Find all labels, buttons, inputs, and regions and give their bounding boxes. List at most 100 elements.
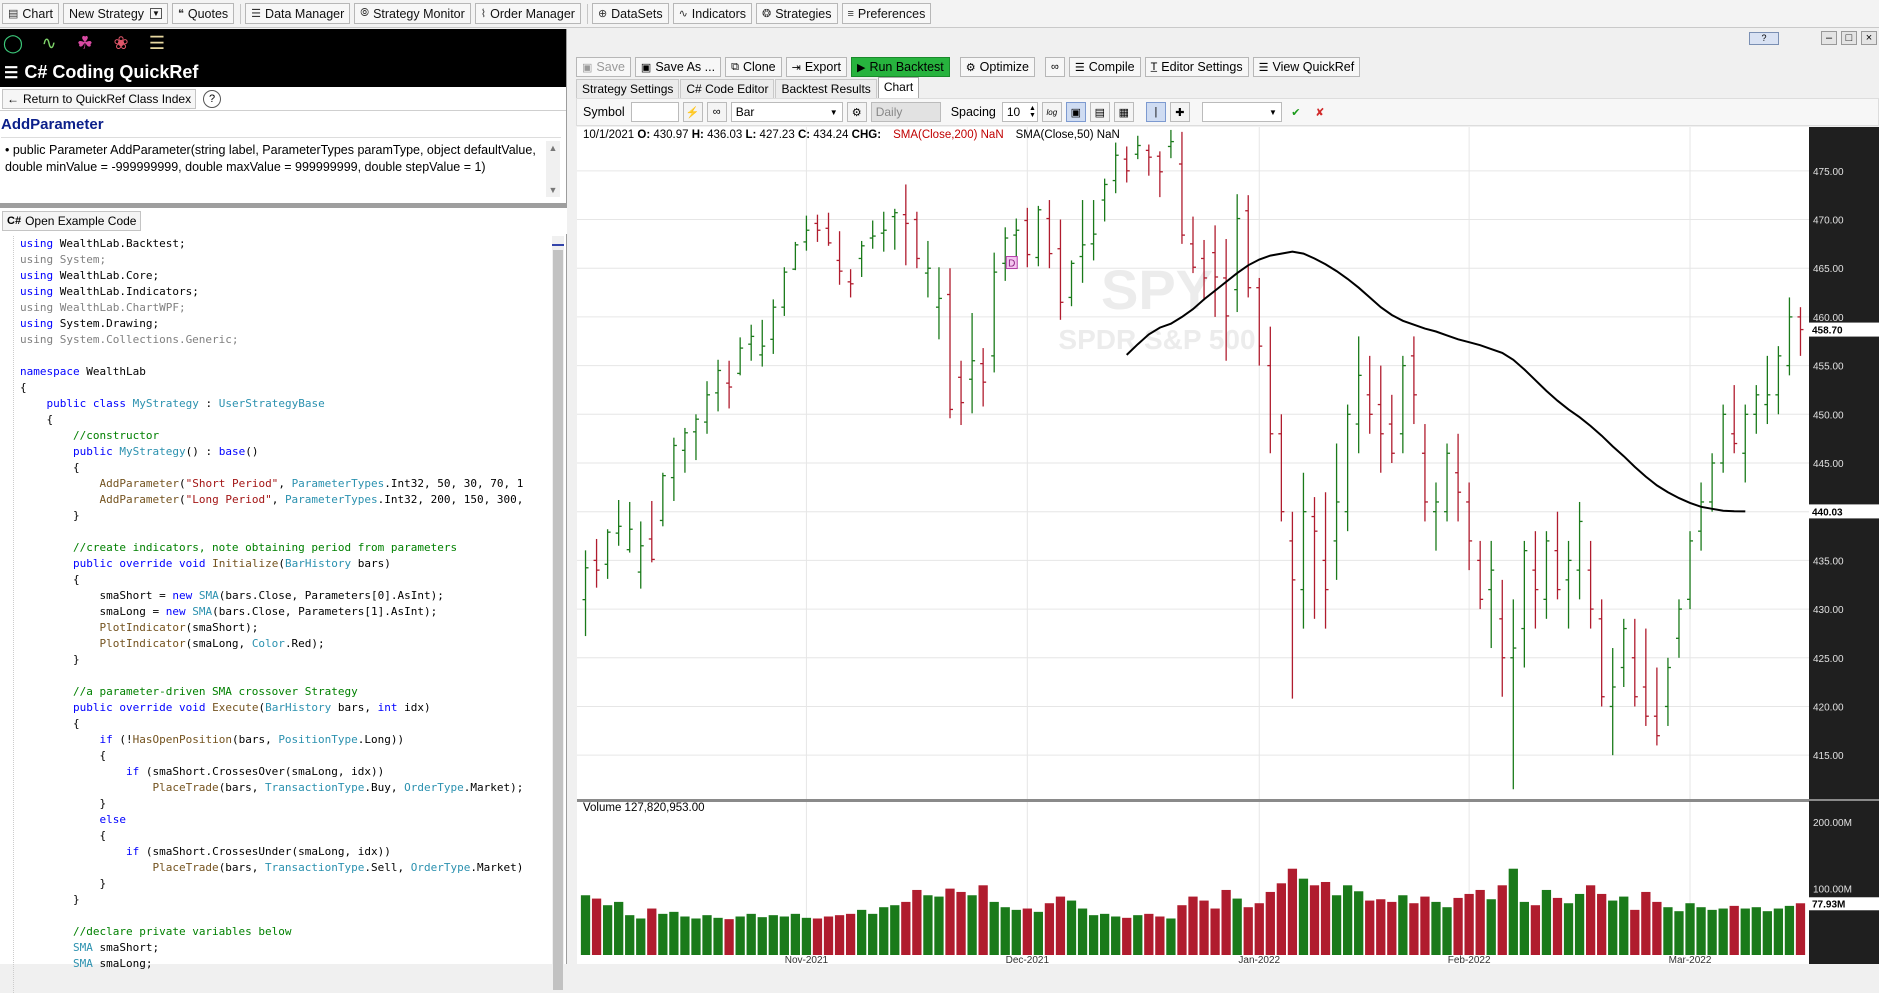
menu-strategy-monitor-button[interactable]: ⦾ Strategy Monitor — [354, 3, 471, 24]
chart-icon: ▤ — [8, 8, 19, 20]
pane-layout-1-icon[interactable]: ▣ — [1065, 102, 1086, 122]
code-line: ​ — [20, 908, 550, 924]
help-icon[interactable]: ? — [203, 89, 222, 108]
volume-bar — [912, 889, 922, 955]
run-backtest-button[interactable]: ▶ Run Backtest — [850, 57, 950, 77]
cancel-x-icon[interactable]: ✘ — [1310, 102, 1330, 122]
volume-bar — [879, 907, 889, 955]
sma50-legend[interactable]: SMA(Close,50) NaN — [1016, 129, 1120, 141]
action-label: Clone — [742, 60, 776, 74]
drawing-tool-select[interactable]: ▼ — [1201, 102, 1282, 122]
log-scale-button[interactable]: log — [1041, 102, 1062, 122]
example-code-view[interactable]: using WealthLab.Backtest; using System; us… — [0, 236, 550, 993]
volume-bar — [580, 895, 591, 955]
scroll-up-icon[interactable]: ▲ — [546, 143, 560, 153]
view-quickref-button[interactable]: ☰ View QuickRef — [1252, 57, 1361, 77]
return-label: Return to QuickRef Class Index — [23, 91, 192, 106]
volume-bar — [834, 915, 845, 955]
lightning-icon[interactable]: ⚡ — [682, 102, 703, 122]
menu-new-strategy-button[interactable]: New Strategy ▼ — [62, 3, 168, 24]
menu-preferences-button[interactable]: ≡ Preferences — [841, 3, 932, 24]
globe-icon[interactable]: ◯ — [2, 32, 24, 54]
menu-data-manager-button[interactable]: ☰ Data Manager — [245, 3, 351, 24]
tab-c-code-editor[interactable]: C# Code Editor — [680, 79, 775, 98]
volume-bar — [790, 913, 801, 955]
accept-check-icon[interactable]: ✔ — [1286, 102, 1306, 122]
link-button[interactable]: ∞ — [1044, 57, 1065, 77]
help-hint-button[interactable]: ? — [1749, 32, 1779, 45]
tab-chart[interactable]: Chart — [877, 77, 920, 98]
optimize-button[interactable]: ⚙ Optimize — [959, 57, 1035, 77]
volume-bar — [680, 916, 690, 955]
menu-strategies-button[interactable]: ❂ Strategies — [756, 3, 838, 24]
high-label: H: — [691, 129, 704, 141]
save-as-button[interactable]: ▣ Save As ... — [634, 57, 722, 77]
volume-bar — [801, 917, 812, 955]
code-line: //a parameter-driven SMA crossover Strat… — [72, 685, 358, 698]
symbol-input[interactable] — [630, 102, 679, 122]
code-line: using System; — [20, 253, 107, 266]
gear-icon[interactable]: ⚙ — [846, 102, 867, 122]
volume-bar — [647, 908, 657, 955]
signature-scrollbar[interactable]: ▲ ▼ — [546, 141, 560, 197]
pane-layout-3-icon[interactable]: ▦ — [1113, 102, 1134, 122]
volume-bar — [1519, 901, 1529, 955]
volume-bar — [890, 905, 900, 955]
volume-bar — [1254, 903, 1264, 955]
code-line: PlaceTrade(bars, TransactionType.Buy, Or… — [152, 781, 524, 794]
volume-bar — [702, 915, 712, 955]
strategy-monitor-icon: ⦾ — [360, 7, 370, 19]
volume-bar — [1000, 907, 1010, 955]
code-line: { — [20, 717, 80, 730]
menu-order-manager-button[interactable]: ⌇ Order Manager — [474, 3, 581, 24]
stepper-arrows-icon[interactable]: ▲ ▼ — [1029, 105, 1036, 119]
price-tick-label: 460.00 — [1813, 313, 1844, 324]
volume-bar — [1122, 917, 1132, 955]
export-button[interactable]: ⇥ Export — [785, 57, 847, 77]
volume-bar — [857, 909, 867, 955]
scroll-down-icon[interactable]: ▼ — [546, 185, 560, 195]
crosshair-icon[interactable]: ✚ — [1169, 102, 1190, 122]
sma200-legend[interactable]: SMA(Close,200) NaN — [893, 129, 1004, 141]
menu-datasets-button[interactable]: ⊕ DataSets — [591, 3, 669, 24]
chart-style-select[interactable]: Bar ▼ — [730, 102, 843, 122]
pane-layout-2-icon[interactable]: ▤ — [1089, 102, 1110, 122]
action-label: Editor Settings — [1161, 60, 1243, 74]
volume-bar — [901, 901, 911, 955]
restore-icon[interactable]: □ — [1841, 31, 1857, 45]
volume-bar — [1398, 895, 1408, 955]
books-icon[interactable]: ☰ — [146, 32, 168, 54]
link-icon[interactable]: ∞ — [706, 102, 727, 122]
menu-quotes-button[interactable]: ❝ Quotes — [171, 3, 235, 24]
clone-button[interactable]: ⧉ Clone — [725, 57, 782, 77]
editor-settings-button[interactable]: T̲ Editor Settings — [1144, 57, 1249, 77]
code-scroll-thumb[interactable] — [553, 250, 563, 990]
dividend-marker-label: D — [1008, 259, 1015, 270]
scale-select[interactable]: Daily — [870, 102, 941, 122]
code-line: { — [20, 749, 107, 762]
spacing-stepper[interactable]: 10 ▲ ▼ — [1001, 102, 1038, 122]
volume-bar — [746, 913, 756, 955]
chart-canvas[interactable]: SPYSPDR S&P 500DNov-2021 Dec-2021 Jan-2022… — [577, 127, 1879, 964]
volume-bar — [1541, 889, 1552, 955]
books-small-icon: ☰ — [4, 64, 19, 82]
close-icon[interactable]: × — [1861, 31, 1877, 45]
open-example-code-button[interactable]: C# Open Example Code — [2, 211, 142, 231]
molecule-icon[interactable]: ❀ — [110, 32, 132, 54]
compile-button[interactable]: ☰ Compile — [1068, 57, 1141, 77]
return-to-index-button[interactable]: ← Return to QuickRef Class Index — [2, 88, 197, 109]
cursor-line-icon[interactable]: | — [1145, 102, 1166, 122]
tab-strategy-settings[interactable]: Strategy Settings — [576, 79, 680, 98]
menu-chart-button[interactable]: ▤ Chart — [2, 3, 59, 24]
volume-bar — [1331, 895, 1342, 955]
method-signature: • public Parameter AddParameter(string l… — [1, 137, 561, 201]
code-scrollbar[interactable] — [552, 236, 564, 993]
price-chart[interactable]: SPY SPDR S&P 500 D Nov-2021 Dec-2021 Jan-2022… — [577, 127, 1879, 964]
minimize-icon[interactable]: – — [1821, 31, 1837, 45]
tab-backtest-results[interactable]: Backtest Results — [775, 79, 877, 98]
chg-label: CHG: — [851, 129, 882, 141]
menu-indicators-button[interactable]: ∿ Indicators — [672, 3, 752, 24]
wave-icon[interactable]: ∿ — [38, 32, 60, 54]
brain-icon[interactable]: ☘ — [74, 32, 96, 54]
save-button[interactable]: ▣ Save — [576, 57, 631, 77]
